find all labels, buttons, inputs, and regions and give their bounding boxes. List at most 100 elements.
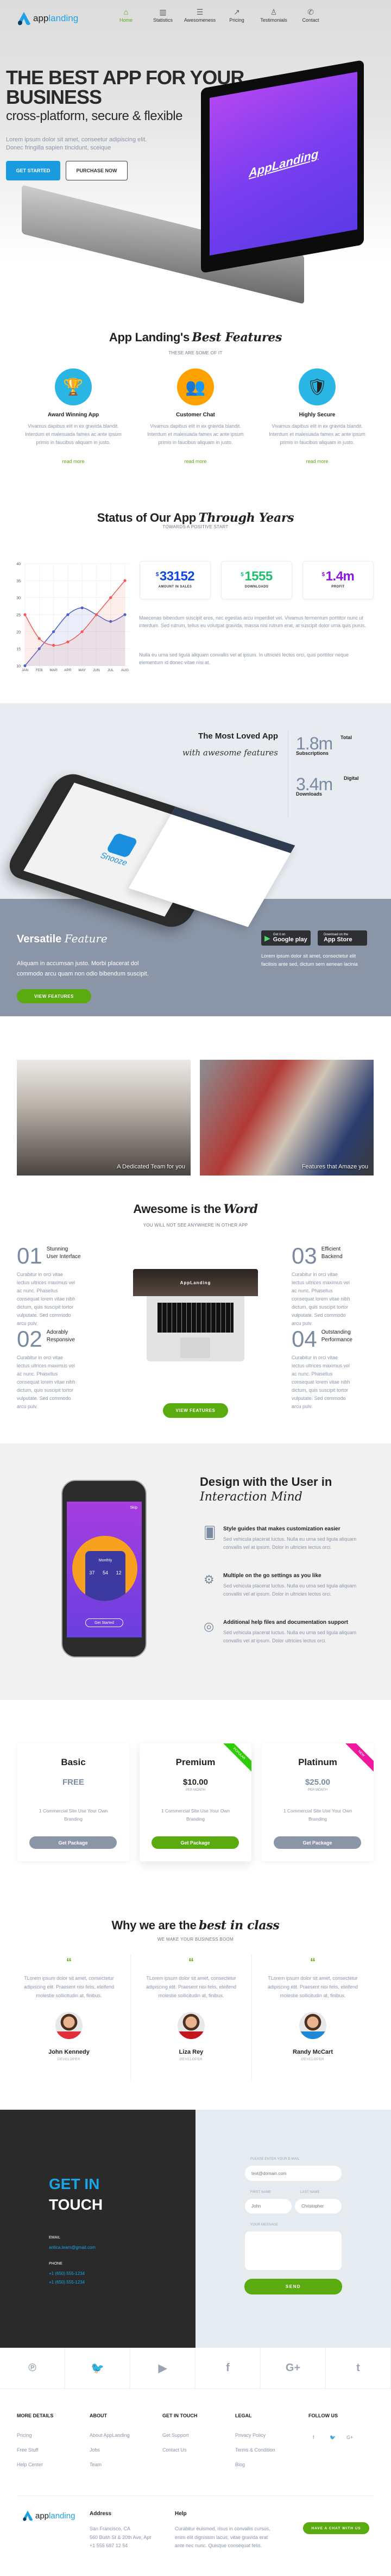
stat-value: 1.4m [325, 569, 355, 584]
lifebuoy-icon: ◎ [204, 1620, 215, 1633]
get-package-button[interactable]: Get Package [274, 1836, 361, 1849]
footer-heading: LEGAL [235, 2413, 252, 2418]
contact-form-panel [195, 2110, 391, 2348]
phone-icon: ✆ [307, 8, 314, 16]
footer-link[interactable]: Jobs [90, 2447, 100, 2453]
design-item: 🂠 Style guides that makes customization … [204, 1526, 367, 1552]
google-plus-icon[interactable]: G+ [346, 2435, 353, 2440]
data-point [94, 613, 98, 616]
footer-link[interactable]: Terms & Condition [235, 2447, 275, 2453]
send-button[interactable]: SEND [244, 2279, 342, 2294]
versatile-title: Versatile [17, 933, 62, 945]
nav-item-pricing[interactable]: ↗ Pricing [218, 8, 256, 23]
facebook-link[interactable]: f [195, 2348, 261, 2389]
feature-text: Vivamus dapibus elit in ex gravida bland… [25, 423, 122, 445]
footer-logo[interactable]: app landing [22, 2510, 75, 2522]
footer-link[interactable]: Get Support [162, 2433, 189, 2438]
google-plus-icon: G+ [285, 2362, 301, 2374]
pinterest-icon: ℗ [28, 2362, 36, 2374]
app-store-button[interactable]: Download on the App Store [318, 930, 367, 946]
read-more-link[interactable]: read more [19, 459, 128, 464]
google-play-button[interactable]: ▶ Get it on Google play [261, 930, 311, 946]
footer-link[interactable]: Free Stuff [17, 2447, 38, 2453]
google-plus-link[interactable]: G+ [261, 2348, 326, 2389]
address-heading: Address [90, 2511, 112, 2517]
x-tick-label: APR [64, 668, 72, 672]
footer-link[interactable]: Blog [235, 2462, 245, 2467]
facebook-icon[interactable]: f [313, 2435, 314, 2440]
address-line: San Francisco, CA [90, 2526, 131, 2531]
twitter-link[interactable]: 🐦 [65, 2348, 130, 2389]
testimonial-name: Liza Rey [179, 2049, 204, 2055]
view-features-button-2[interactable]: VIEW FEATURES [163, 1403, 228, 1418]
nav-item-statistics[interactable]: ▥ Statistics [144, 8, 182, 23]
get-package-button[interactable]: Get Package [152, 1836, 239, 1849]
pinterest-link[interactable]: ℗ [0, 2348, 65, 2389]
plan-name: Premium [175, 1757, 216, 1767]
logo[interactable]: app landing [16, 11, 78, 26]
email-input[interactable] [245, 2166, 342, 2181]
x-tick-label: JUL [108, 668, 114, 672]
features-heading: App Landing's Best Features [0, 330, 391, 345]
design-item-text: Sed vehicula placerat luctus. Nulla eu u… [223, 1536, 357, 1550]
phone-number-1[interactable]: +1 (650) 555-1234 [49, 2271, 85, 2276]
footer-link[interactable]: Pricing [17, 2433, 32, 2438]
item-title-line2: User Interface [46, 1254, 81, 1260]
awesome-heading: Awesome is the Word [0, 1202, 391, 1216]
x-tick-label: JAN [22, 668, 29, 672]
nav-item-contact[interactable]: ✆ Contact [292, 8, 330, 23]
get-package-button[interactable]: Get Package [29, 1836, 117, 1849]
last-name-input[interactable] [295, 2199, 342, 2214]
youtube-link[interactable]: ▶ [130, 2348, 195, 2389]
read-more-link[interactable]: read more [141, 459, 250, 464]
footer-link[interactable]: About AppLanding [90, 2433, 130, 2438]
google-play-icon: ▶ [264, 933, 270, 942]
first-name-label: FIRST NAME [250, 2191, 272, 2194]
purchase-now-button[interactable]: PURCHASE NOW [66, 161, 128, 180]
address-line: 560 Bush St & 20th Ave, Apt [90, 2534, 151, 2540]
design-title-italic: Interaction Mind [200, 1490, 302, 1504]
phone-number-2[interactable]: +1 (650) 555-1234 [49, 2280, 85, 2285]
footer-link[interactable]: Contact Us [162, 2447, 187, 2453]
laptop-logo: AppLanding [180, 1280, 211, 1285]
stat-label: PROFIT [331, 585, 345, 589]
logo-icon [18, 12, 30, 26]
data-point [52, 643, 55, 647]
footer-link[interactable]: Team [90, 2462, 102, 2467]
data-point [109, 596, 112, 599]
facebook-icon: f [226, 2362, 230, 2374]
email-link[interactable]: antica.team@gmail.com [49, 2245, 96, 2250]
subscriptions-tag: Total [340, 735, 352, 740]
screen-logo: AppLanding [248, 147, 319, 180]
get-started-button[interactable]: GET STARTED [6, 161, 60, 180]
store-text: Lorem ipsum dolor sit amet, consectetur … [261, 953, 358, 967]
design-item: ⚙ Multiple on the go settings as you lik… [204, 1573, 367, 1598]
design-item-title: Additional help files and documentation … [223, 1620, 348, 1625]
message-textarea[interactable] [245, 2231, 342, 2270]
read-more-link[interactable]: read more [263, 459, 371, 464]
first-name-input[interactable] [245, 2199, 292, 2214]
data-point [80, 606, 84, 610]
view-features-button[interactable]: VIEW FEATURES [17, 989, 91, 1003]
footer-heading: MORE DETAILS [17, 2413, 54, 2418]
versatile-heading: Versatile Feature [17, 932, 108, 946]
y-tick-label: 15 [16, 648, 21, 652]
loved-title: The Most Loved App [198, 731, 278, 741]
nav-item-awesomeness[interactable]: ☰ Awesomeness [181, 8, 219, 23]
chat-button[interactable]: HAVE A CHAT WITH US [303, 2522, 369, 2534]
gear-icon: ⚙ [204, 1573, 215, 1586]
footer-link[interactable]: Help Center [17, 2462, 43, 2467]
message-label: YOUR MESSAGE [250, 2223, 279, 2227]
nav-item-home[interactable]: ⌂ Home [107, 8, 145, 23]
footer-link[interactable]: Privacy Policy [235, 2433, 266, 2438]
twitter-icon[interactable]: 🐦 [330, 2435, 336, 2441]
tumblr-link[interactable]: t [326, 2348, 391, 2389]
contact-map-panel [0, 2110, 195, 2348]
testimonials-heading: Why we are the best in class [0, 1918, 391, 1933]
item-title-line1: Efficient [321, 1246, 341, 1252]
nav-item-testimonials[interactable]: ♙ Testimonials [255, 8, 293, 23]
pricing-card-basic: Basic FREE 1 Commercial Site Use Your Ow… [17, 1743, 129, 1861]
x-tick-label: FEB [36, 668, 43, 672]
nav-item-label: Awesomeness [184, 17, 216, 23]
status-subtitle: TOWARDS A POSITIVE START [162, 524, 229, 529]
